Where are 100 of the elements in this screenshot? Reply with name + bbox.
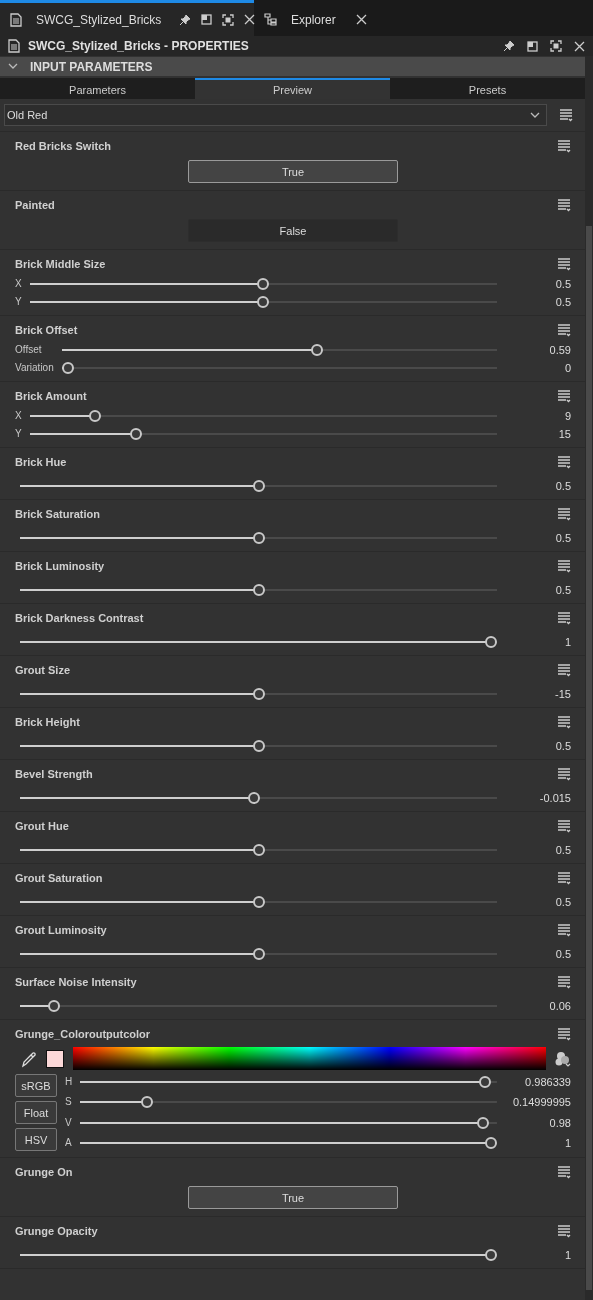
menu-icon[interactable]	[557, 1165, 571, 1179]
slider-thumb[interactable]	[252, 948, 265, 960]
menu-icon[interactable]	[557, 559, 571, 573]
slider-thumb[interactable]	[257, 296, 270, 308]
menu-icon[interactable]	[557, 1224, 571, 1238]
value-reading: 0.5	[554, 895, 571, 909]
menu-icon[interactable]	[557, 611, 571, 625]
parameter-label: Brick Hue	[15, 456, 67, 468]
mode-button[interactable]: HSV	[15, 1128, 57, 1151]
slider-thumb[interactable]	[252, 532, 265, 544]
close-icon[interactable]	[355, 14, 367, 25]
parameter-label: Grout Size	[15, 664, 70, 676]
caret-icon	[530, 112, 540, 118]
axis-label: V	[65, 1115, 73, 1130]
tab[interactable]: Presets	[390, 78, 585, 99]
pin-icon[interactable]	[179, 13, 192, 26]
axis-label: S	[65, 1095, 73, 1110]
value-reading: 1	[563, 1248, 571, 1262]
mode-button[interactable]: sRGB	[15, 1074, 57, 1097]
parameter-label: Grunge On	[15, 1166, 73, 1178]
slider-thumb[interactable]	[140, 1096, 153, 1109]
eyedropper-icon[interactable]	[21, 1049, 37, 1068]
pin-icon[interactable]	[503, 40, 515, 52]
value-reading: 0.14999995	[511, 1095, 571, 1110]
chevron-icon	[8, 63, 18, 70]
value-reading: 0.5	[554, 479, 571, 493]
value-reading: 1	[563, 1135, 571, 1150]
parameter-label: Grout Saturation	[15, 872, 103, 884]
tree-icon	[264, 13, 277, 26]
document-tab[interactable]: SWCG_Stylized_Bricks	[0, 0, 254, 36]
slider-thumb[interactable]	[252, 844, 265, 856]
slider-thumb[interactable]	[257, 278, 270, 290]
menu-icon[interactable]	[557, 975, 571, 989]
slider-thumb[interactable]	[479, 1076, 492, 1089]
value-reading: 9	[563, 409, 571, 423]
parameter-label: Brick Middle Size	[15, 258, 106, 270]
value-reading: -15	[554, 687, 571, 701]
parameter-label: Grout Luminosity	[15, 924, 107, 936]
palette-icon[interactable]	[555, 1050, 571, 1067]
slider-thumb[interactable]	[61, 362, 74, 374]
value-reading: 0.59	[548, 343, 571, 357]
slider-thumb[interactable]	[252, 740, 265, 752]
document-icon	[10, 12, 22, 27]
slider-thumb[interactable]	[485, 636, 497, 648]
preset-dropdown[interactable]: Old Red	[4, 104, 547, 126]
maximize-icon[interactable]	[222, 13, 235, 26]
restore-icon[interactable]	[201, 14, 213, 25]
menu-icon[interactable]	[557, 139, 571, 153]
slider-thumb[interactable]	[252, 480, 265, 492]
color-swatch[interactable]	[46, 1049, 64, 1068]
menu-icon[interactable]	[557, 1027, 571, 1041]
value-reading: 0.5	[554, 843, 571, 857]
value-reading: 0.5	[554, 531, 571, 545]
toggle-button[interactable]: True	[188, 1186, 398, 1209]
menu-icon[interactable]	[557, 455, 571, 469]
scrollbar[interactable]	[585, 56, 593, 1300]
maximize-icon[interactable]	[550, 40, 562, 52]
scrollbar-thumb[interactable]	[586, 226, 592, 1290]
slider-thumb[interactable]	[88, 410, 101, 422]
value-reading: 0	[563, 361, 571, 375]
parameter-label: Brick Saturation	[15, 508, 100, 520]
slider-thumb[interactable]	[252, 688, 265, 700]
axis-label: Variation	[15, 361, 54, 375]
menu-icon[interactable]	[557, 871, 571, 885]
menu-icon[interactable]	[557, 767, 571, 781]
restore-icon[interactable]	[527, 40, 538, 52]
close-icon[interactable]	[574, 40, 585, 52]
slider-thumb[interactable]	[485, 1249, 497, 1261]
value-reading: 0.5	[554, 277, 571, 291]
toggle-button[interactable]: True	[188, 160, 398, 183]
value-reading: 0.986339	[524, 1075, 571, 1090]
menu-icon[interactable]	[557, 507, 571, 521]
slider-thumb[interactable]	[252, 896, 265, 908]
document-tab[interactable]: Explorer	[254, 0, 379, 36]
slider-thumb[interactable]	[129, 428, 142, 440]
menu-icon[interactable]	[557, 323, 571, 337]
menu-icon[interactable]	[557, 663, 571, 677]
slider-thumb[interactable]	[47, 1000, 60, 1012]
parameter-label: Grunge Opacity	[15, 1225, 98, 1237]
slider-thumb[interactable]	[485, 1136, 497, 1149]
parameter-label: Brick Height	[15, 716, 80, 728]
menu-icon[interactable]	[557, 389, 571, 403]
menu-icon[interactable]	[557, 819, 571, 833]
mode-button[interactable]: Float	[15, 1101, 57, 1124]
close-icon[interactable]	[244, 14, 256, 25]
menu-icon[interactable]	[559, 108, 573, 122]
menu-icon[interactable]	[557, 257, 571, 271]
toggle-button[interactable]: False	[188, 219, 398, 242]
section-header[interactable]: INPUT PARAMETERS	[0, 57, 585, 76]
value-reading: 0.5	[554, 583, 571, 597]
menu-icon[interactable]	[557, 923, 571, 937]
color-spectrum[interactable]	[73, 1047, 546, 1070]
slider-thumb[interactable]	[247, 792, 260, 804]
tab[interactable]: Parameters	[0, 78, 195, 99]
menu-icon[interactable]	[557, 198, 571, 212]
menu-icon[interactable]	[557, 715, 571, 729]
slider-thumb[interactable]	[311, 344, 324, 356]
slider-thumb[interactable]	[476, 1116, 489, 1129]
parameter-label: Brick Offset	[15, 324, 78, 336]
slider-thumb[interactable]	[252, 584, 265, 596]
